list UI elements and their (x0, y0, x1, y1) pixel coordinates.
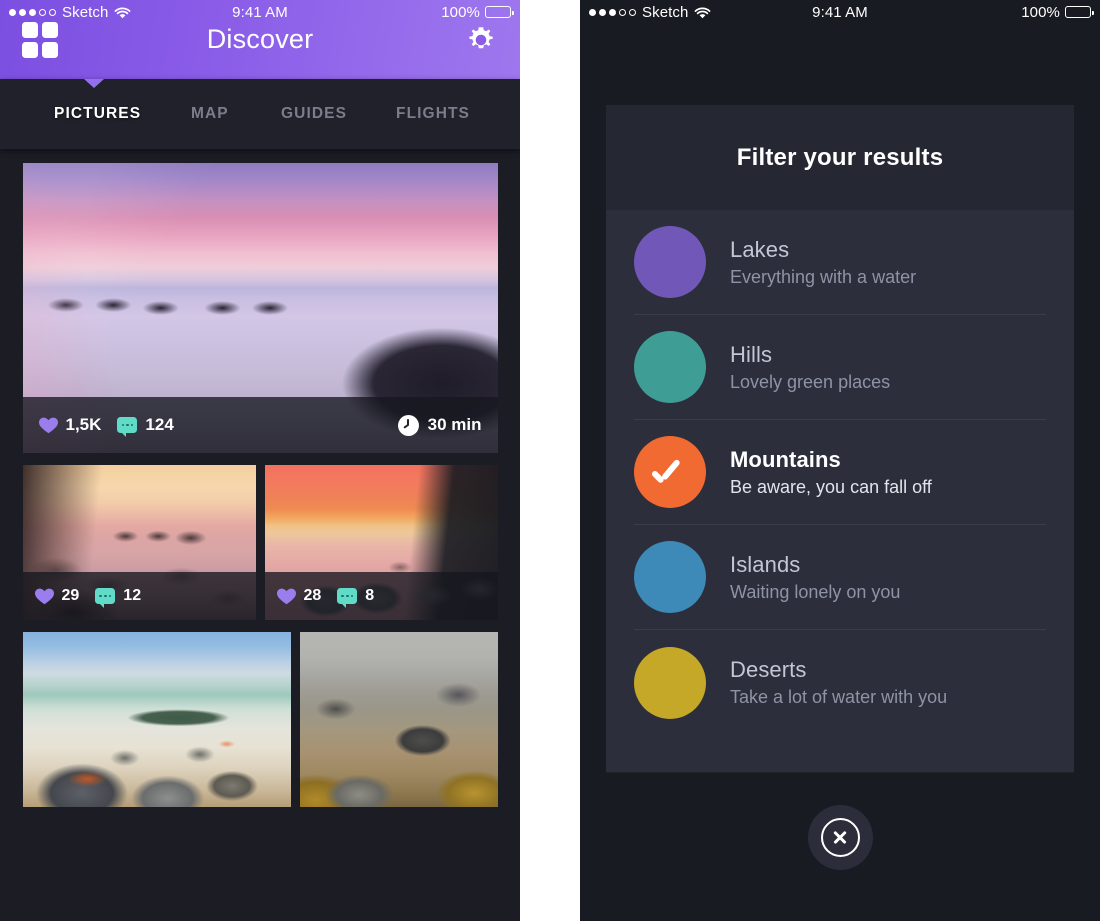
left-status-bar: Sketch 9:41 AM 100% (0, 0, 520, 24)
filter-item-deserts[interactable]: Deserts Take a lot of water with you (634, 630, 1046, 735)
status-left-group: Sketch (9, 4, 131, 21)
checkmark-icon (653, 462, 687, 482)
close-circle-icon (820, 818, 860, 857)
left-phone-screen: Sketch 9:41 AM 100% Discover PICTURES MA… (0, 0, 520, 921)
filter-item-name: Mountains (730, 446, 841, 472)
grid-icon[interactable] (22, 21, 58, 58)
page-title: Discover (206, 24, 314, 54)
status-right-group: 100% (1021, 3, 1094, 21)
likes-stat[interactable]: 29 (34, 587, 80, 605)
active-tab-pointer-icon (84, 79, 104, 88)
heart-icon (276, 588, 296, 605)
color-swatch-islands (634, 541, 706, 613)
comments-stat[interactable]: 12 (95, 587, 142, 608)
filter-item-text: Mountains Be aware, you can fall off (730, 447, 932, 498)
photo-row-3 (22, 632, 498, 807)
filter-item-description: Be aware, you can fall off (730, 476, 932, 497)
close-button[interactable] (807, 805, 873, 870)
filter-item-islands[interactable]: Islands Waiting lonely on you (634, 525, 1046, 630)
signal-dots-icon (9, 8, 56, 16)
likes-stat[interactable]: 1,5K (38, 415, 102, 435)
comment-bubble-icon (95, 588, 116, 608)
filter-item-description: Everything with a water (730, 266, 917, 287)
color-swatch-hills (634, 331, 706, 403)
carrier-label: Sketch (62, 3, 109, 21)
filter-item-description: Waiting lonely on you (730, 581, 901, 602)
photo-stats-bar: 28 8 (264, 572, 498, 620)
comment-bubble-icon (337, 588, 358, 608)
likes-count: 29 (61, 587, 80, 604)
photo-golden-rocks-tide[interactable] (299, 632, 498, 807)
wifi-icon (114, 6, 131, 19)
filter-item-text: Lakes Everything with a water (730, 237, 916, 288)
filter-item-name: Hills (730, 341, 773, 367)
tab-flights[interactable]: FLIGHTS (392, 105, 474, 123)
filter-panel-header: Filter your results (606, 105, 1074, 210)
filter-item-text: Islands Waiting lonely on you (730, 552, 900, 603)
duration-label: 30 min (427, 415, 482, 434)
tab-pictures[interactable]: PICTURES (50, 105, 145, 123)
filter-item-name: Lakes (730, 236, 790, 262)
likes-stat[interactable]: 28 (276, 587, 322, 605)
heart-icon (38, 417, 58, 434)
photo-card-2[interactable]: 29 12 (22, 465, 256, 620)
likes-count: 1,5K (65, 415, 102, 434)
left-nav-bar: Sketch 9:41 AM 100% Discover (0, 0, 520, 79)
comment-bubble-icon (117, 417, 138, 437)
photo-blue-sky-beach-boulders[interactable] (22, 632, 291, 807)
color-swatch-mountains (634, 436, 706, 508)
status-right-group: 100% (441, 3, 514, 21)
right-status-bar: Sketch 9:41 AM 100% (580, 0, 1100, 24)
tab-guides[interactable]: GUIDES (277, 105, 351, 123)
wifi-icon (694, 6, 711, 19)
filter-panel-title: Filter your results (736, 143, 944, 171)
clock-icon (397, 414, 419, 436)
battery-full-icon (485, 6, 514, 18)
color-swatch-lakes (634, 226, 706, 298)
signal-dots-icon (589, 8, 636, 16)
filter-item-description: Take a lot of water with you (730, 687, 948, 707)
photo-card-4[interactable] (22, 632, 291, 807)
filter-item-lakes[interactable]: Lakes Everything with a water (634, 210, 1046, 315)
comments-stat[interactable]: 124 (117, 415, 174, 437)
photo-card-5[interactable] (299, 632, 498, 807)
filter-panel: Filter your results Lakes Everything wit… (606, 105, 1074, 772)
gear-icon[interactable] (464, 23, 498, 57)
carrier-label: Sketch (642, 3, 689, 21)
battery-percent-label: 100% (441, 3, 480, 21)
status-left-group: Sketch (589, 4, 711, 21)
battery-full-icon (1065, 6, 1094, 18)
comments-count: 12 (123, 587, 142, 604)
comments-count: 8 (365, 587, 375, 604)
likes-count: 28 (303, 587, 322, 604)
comments-count: 124 (145, 415, 174, 434)
filter-item-text: Deserts Take a lot of water with you (730, 657, 947, 708)
filter-item-hills[interactable]: Hills Lovely green places (634, 315, 1046, 420)
duration-stat: 30 min (397, 414, 482, 436)
filter-item-mountains[interactable]: Mountains Be aware, you can fall off (634, 420, 1046, 525)
filter-item-description: Lovely green places (730, 371, 891, 392)
screenshot-stage: Sketch 9:41 AM 100% Discover PICTURES MA… (0, 0, 1100, 921)
battery-percent-label: 100% (1021, 3, 1060, 21)
photo-feed: 1,5K 124 30 min 29 12 28 8 (0, 163, 520, 807)
filter-item-name: Deserts (730, 657, 807, 682)
tab-bar: PICTURES MAP GUIDES FLIGHTS (0, 79, 520, 149)
right-phone-screen: Sketch 9:41 AM 100% Filter your results … (580, 0, 1100, 921)
photo-card-hero[interactable]: 1,5K 124 30 min (22, 163, 498, 453)
close-button-area (580, 805, 1100, 870)
photo-stats-bar: 1,5K 124 30 min (22, 397, 498, 453)
tab-map[interactable]: MAP (187, 105, 233, 123)
heart-icon (34, 588, 54, 605)
filter-item-text: Hills Lovely green places (730, 342, 890, 393)
photo-stats-bar: 29 12 (22, 572, 256, 620)
photo-card-3[interactable]: 28 8 (264, 465, 498, 620)
comments-stat[interactable]: 8 (337, 587, 375, 608)
filter-list: Lakes Everything with a water Hills Love… (606, 210, 1074, 735)
filter-item-name: Islands (730, 551, 801, 577)
color-swatch-deserts (634, 646, 706, 719)
photo-row-2: 29 12 28 8 (22, 465, 498, 620)
